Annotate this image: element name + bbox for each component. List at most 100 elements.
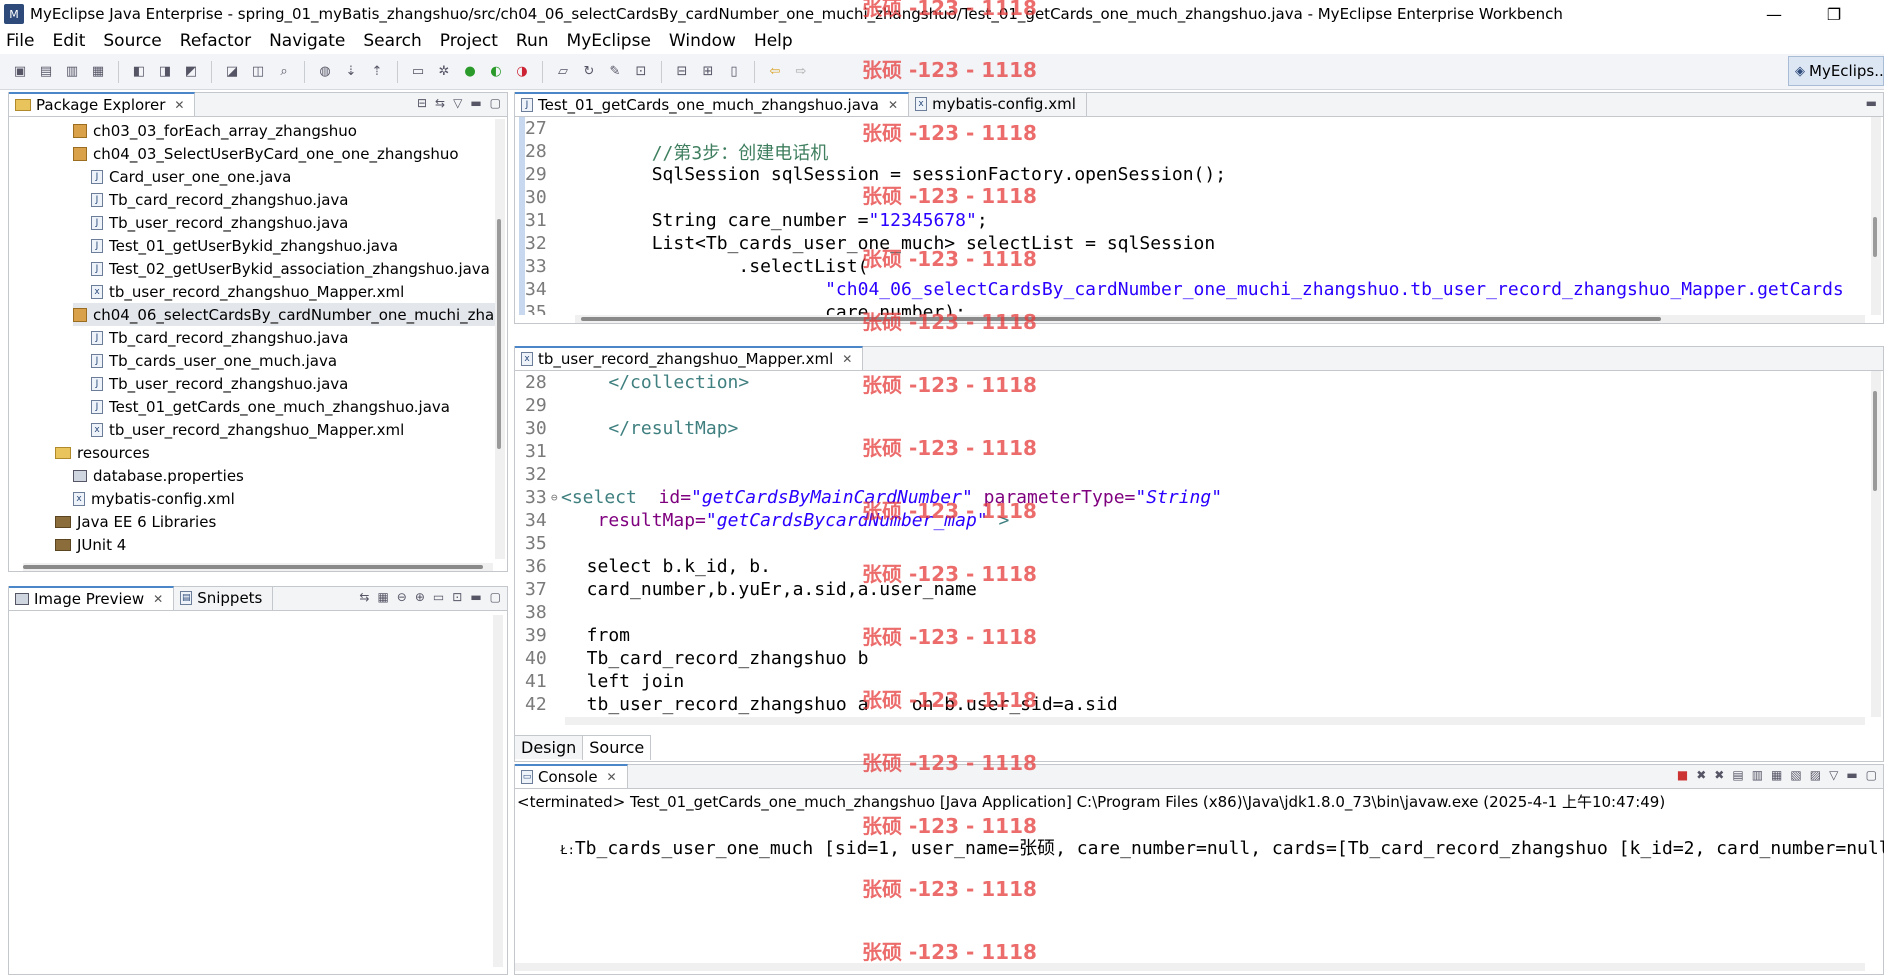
debug-icon[interactable]: ✲: [434, 62, 454, 82]
menu-window[interactable]: Window: [669, 31, 736, 51]
open-file-icon[interactable]: ▱: [553, 62, 573, 82]
menu-source[interactable]: Source: [103, 31, 161, 51]
tree-item[interactable]: resources: [55, 441, 150, 464]
tree-item[interactable]: J Tb_user_record_zhangshuo.java: [91, 211, 348, 234]
tree-item[interactable]: J Test_02_getUserBykid_association_zhangs…: [91, 257, 490, 280]
package-explorer-vscrollbar[interactable]: [495, 119, 505, 559]
print-icon[interactable]: ▦: [88, 62, 108, 82]
scroll-thumb[interactable]: [1873, 391, 1877, 491]
tree-item[interactable]: x mybatis-config.xml: [73, 487, 235, 510]
toggle-mark-icon[interactable]: ▯: [724, 62, 744, 82]
forward-icon[interactable]: ⇨: [791, 62, 811, 82]
tab-mapper-xml[interactable]: x tb_user_record_zhangshuo_Mapper.xml ✕: [515, 346, 864, 370]
menu-project[interactable]: Project: [440, 31, 498, 51]
web-browser-icon[interactable]: ◍: [315, 62, 335, 82]
back-icon[interactable]: ⇦: [765, 62, 785, 82]
fold-icon[interactable]: ⊖: [551, 491, 558, 504]
minimize-view-icon[interactable]: ▬: [470, 590, 481, 604]
minimize-button[interactable]: —: [1744, 0, 1804, 28]
pin-console-icon[interactable]: ▦: [1771, 768, 1782, 782]
maximize-view-icon[interactable]: ▢: [490, 96, 501, 110]
prev-annotation-icon[interactable]: ⇡: [367, 62, 387, 82]
tree-item[interactable]: J Tb_user_record_zhangshuo.java: [91, 372, 348, 395]
tree-item[interactable]: J Tb_cards_user_one_much.java: [91, 349, 337, 372]
open-console-icon[interactable]: ▨: [1810, 768, 1821, 782]
xml-editor-vscrollbar[interactable]: [1871, 371, 1881, 717]
scroll-thumb[interactable]: [581, 317, 1661, 321]
link-editor-icon[interactable]: ⇆: [435, 96, 445, 110]
collapse-all-icon[interactable]: ⊟: [417, 96, 427, 110]
minimize-view-icon[interactable]: ▬: [1846, 768, 1857, 782]
tab-snippets[interactable]: ▤ Snippets: [174, 586, 274, 610]
close-icon[interactable]: ✕: [607, 770, 617, 784]
java-editor-hscrollbar[interactable]: [575, 315, 1865, 323]
folder-open-icon[interactable]: ⊡: [631, 62, 651, 82]
restore-button[interactable]: ❐: [1804, 0, 1864, 28]
search-icon[interactable]: ⌕: [274, 62, 294, 82]
remove-all-icon[interactable]: ✖: [1714, 768, 1724, 782]
scroll-lock-icon[interactable]: ▥: [1752, 768, 1763, 782]
tab-source[interactable]: Source: [583, 735, 652, 760]
tree-item[interactable]: x tb_user_record_zhangshuo_Mapper.xml: [91, 280, 404, 303]
view-menu-icon[interactable]: ▽: [453, 96, 462, 110]
new-server-icon[interactable]: ◧: [129, 62, 149, 82]
tree-item[interactable]: ch04_06_selectCardsBy_cardNumber_one_muc…: [73, 303, 495, 326]
tab-console[interactable]: ▭ Console ✕: [515, 764, 628, 788]
xml-code-area[interactable]: 28 </collection> 29 30 </resultMap> 31 32 33 ⊖…: [515, 371, 1883, 717]
actual-size-icon[interactable]: ▭: [433, 590, 444, 604]
console-view-icon[interactable]: ▭: [408, 62, 428, 82]
tree-item[interactable]: J Test_01_getCards_one_much_zhangshuo.jav…: [91, 395, 450, 418]
java-code-area[interactable]: 27 28 //第3步：创建电话机 29 SqlSession sqlSession…: [515, 117, 1883, 315]
package-explorer-hscrollbar[interactable]: [23, 563, 493, 571]
display-console-icon[interactable]: ▧: [1790, 768, 1801, 782]
deploy-icon[interactable]: ◪: [222, 62, 242, 82]
remove-launch-icon[interactable]: ✖: [1696, 768, 1706, 782]
tree-item[interactable]: J Card_user_one_one.java: [91, 165, 291, 188]
run-config-icon[interactable]: ◐: [486, 62, 506, 82]
clear-console-icon[interactable]: ▤: [1732, 768, 1743, 782]
terminate-icon[interactable]: ■: [1677, 768, 1688, 782]
java-editor-vscrollbar[interactable]: [1871, 117, 1881, 315]
menu-refactor[interactable]: Refactor: [180, 31, 251, 51]
maximize-view-icon[interactable]: ▢: [1866, 768, 1877, 782]
save-all-icon[interactable]: ▥: [62, 62, 82, 82]
tab-test-01-java[interactable]: J Test_01_getCards_one_much_zhangshuo.ja…: [515, 92, 910, 116]
tree-item[interactable]: JUnit 4: [55, 533, 126, 556]
sync-icon[interactable]: ⇆: [359, 590, 369, 604]
tree-item[interactable]: J Test_01_getUserBykid_zhangshuo.java: [91, 234, 398, 257]
zoom-out-icon[interactable]: ⊖: [397, 590, 407, 604]
menu-myeclipse[interactable]: MyEclipse: [567, 31, 651, 51]
save-icon[interactable]: ▤: [36, 62, 56, 82]
close-icon[interactable]: ✕: [842, 352, 852, 366]
menu-run[interactable]: Run: [516, 31, 549, 51]
tree-item[interactable]: J Tb_card_record_zhangshuo.java: [91, 326, 349, 349]
menu-help[interactable]: Help: [754, 31, 793, 51]
run-icon[interactable]: ●: [460, 62, 480, 82]
new-icon[interactable]: ▣: [10, 62, 30, 82]
image-preview-vscrollbar[interactable]: [493, 615, 503, 967]
tree-item[interactable]: database.properties: [73, 464, 244, 487]
menu-file[interactable]: File: [6, 31, 34, 51]
scroll-thumb[interactable]: [1873, 217, 1877, 257]
tree-item[interactable]: x tb_user_record_zhangshuo_Mapper.xml: [91, 418, 404, 441]
view-menu-icon[interactable]: ▽: [1829, 768, 1838, 782]
tree-item[interactable]: Java EE 6 Libraries: [55, 510, 216, 533]
zoom-in-icon[interactable]: ⊕: [415, 590, 425, 604]
minimize-view-icon[interactable]: ▬: [1866, 96, 1877, 110]
tree-item[interactable]: J Tb_card_record_zhangshuo.java: [91, 188, 349, 211]
close-icon[interactable]: ✕: [153, 592, 163, 606]
fit-window-icon[interactable]: ⊡: [452, 590, 462, 604]
maximize-view-icon[interactable]: ▢: [490, 590, 501, 604]
scroll-thumb[interactable]: [497, 219, 501, 449]
minimize-view-icon[interactable]: ▬: [470, 96, 481, 110]
tab-mybatis-config[interactable]: x mybatis-config.xml: [909, 92, 1087, 116]
tab-design[interactable]: Design: [515, 735, 584, 760]
menu-edit[interactable]: Edit: [52, 31, 85, 51]
scroll-thumb[interactable]: [23, 565, 483, 569]
edit-icon[interactable]: ✎: [605, 62, 625, 82]
tab-image-preview[interactable]: Image Preview ✕: [9, 586, 175, 610]
pin-icon[interactable]: ⊞: [698, 62, 718, 82]
open-type-icon[interactable]: ◫: [248, 62, 268, 82]
perspective-switcher[interactable]: ◈ MyEclips...: [1788, 56, 1884, 86]
xml-editor-hscrollbar[interactable]: [565, 717, 1865, 725]
